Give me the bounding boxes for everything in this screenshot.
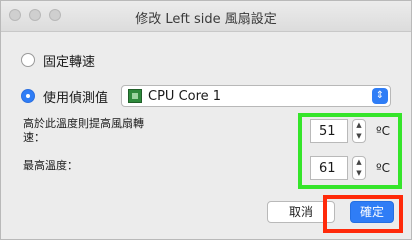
window-title: 修改 Left side 風扇設定 — [135, 12, 277, 27]
chevron-updown-icon: ⇕ — [372, 88, 388, 104]
chip-icon — [128, 89, 142, 103]
green-highlight-box — [298, 113, 402, 189]
use-sensor-radio[interactable] — [21, 89, 35, 103]
max-temp-label: 最高溫度： — [23, 159, 78, 172]
red-highlight-box — [323, 195, 403, 233]
sensor-select-value: CPU Core 1 — [148, 89, 222, 104]
high-temp-label: 高於此溫度則提高風扇轉速： — [23, 117, 144, 144]
fixed-speed-label: 固定轉速 — [43, 55, 96, 70]
fixed-speed-radio[interactable] — [21, 53, 35, 67]
fan-settings-dialog: 修改 Left side 風扇設定 固定轉速 使用偵測值 CPU Core 1 … — [0, 0, 412, 240]
titlebar: 修改 Left side 風扇設定 — [1, 1, 411, 32]
sensor-select[interactable]: CPU Core 1 ⇕ — [121, 85, 391, 107]
use-sensor-label: 使用偵測值 — [43, 91, 109, 106]
